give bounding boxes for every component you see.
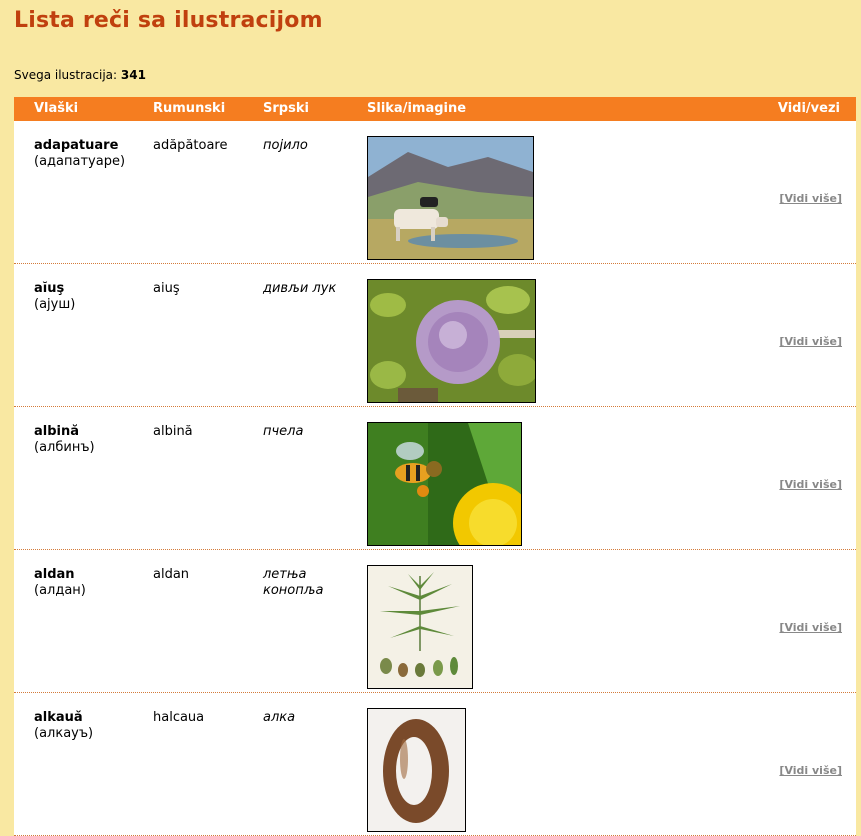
header-rumunski: Rumunski [153, 101, 226, 116]
vlaski-cyrillic: (адапатуаре) [34, 154, 126, 169]
total-value: 341 [120, 68, 146, 82]
vlaski-word: aĭuş (ајуш) [34, 281, 75, 313]
header-vidi: Vidi/vezi [777, 101, 840, 116]
cow-grazing-mountain-image[interactable] [367, 136, 534, 260]
see-more-link[interactable]: [Vidi više] [779, 192, 842, 205]
vlaski-latin: aldan [34, 567, 75, 582]
vlaski-word: aldan (алдан) [34, 567, 86, 599]
vlaski-word: albină (албинъ) [34, 424, 95, 456]
total-label: Svega ilustracija: [14, 68, 118, 82]
header-vlaski: Vlaški [34, 101, 79, 116]
vlaski-word: adapatuare (адапатуаре) [34, 138, 125, 170]
table-row: aĭuş (ајуш) aiuş дивљи лук [Vidi više] [14, 264, 856, 407]
word-list-table: Vlaški Rumunski Srpski Slika/imagine Vid… [14, 97, 856, 836]
see-more-link[interactable]: [Vidi više] [779, 621, 842, 634]
vlaski-latin: albină [34, 424, 80, 439]
table-row: albină (албинъ) albină пчела [Vidi više] [14, 407, 856, 550]
table-row: adapatuare (адапатуаре) adăpătoare појило… [14, 121, 856, 264]
vlaski-cyrillic: (албинъ) [34, 440, 95, 455]
vlaski-latin: aĭuş [34, 281, 65, 296]
rumunski-word: aldan [153, 567, 190, 582]
wooden-ring-image[interactable] [367, 708, 466, 832]
rumunski-word: albină [153, 424, 193, 439]
rumunski-word: adăpătoare [153, 138, 228, 153]
table-row: aldan(алдан) aldan летња конопља [Vidi [14, 550, 856, 693]
srpski-word: алка [263, 710, 296, 725]
srpski-word: дивљи лук [263, 281, 337, 296]
srpski-word: појило [263, 138, 308, 153]
srpski-word: пчела [263, 424, 304, 439]
vlaski-latin: alkauă [34, 710, 83, 725]
bee-on-dandelion-image[interactable] [367, 422, 522, 546]
table-row: alkauă (алкауъ) halcaua алка [Vidi više] [14, 693, 856, 836]
vlaski-cyrillic: (алкауъ) [34, 726, 94, 741]
rumunski-word: aiuş [153, 281, 180, 296]
header-srpski: Srpski [263, 101, 309, 116]
vlaski-cyrillic: (алдан) [34, 583, 86, 598]
see-more-link[interactable]: [Vidi više] [779, 478, 842, 491]
hemp-botanical-illustration-image[interactable] [367, 565, 473, 689]
srpski-word: летња конопља [263, 567, 324, 598]
rumunski-word: halcaua [153, 710, 205, 725]
vlaski-cyrillic: (ајуш) [34, 297, 76, 312]
illustration-count: Svega ilustracija: 341 [14, 68, 146, 82]
wild-onion-flower-image[interactable] [367, 279, 536, 403]
vlaski-latin: adapatuare [34, 138, 119, 153]
vlaski-word: alkauă (алкауъ) [34, 710, 93, 742]
see-more-link[interactable]: [Vidi više] [779, 335, 842, 348]
table-header: Vlaški Rumunski Srpski Slika/imagine Vid… [14, 97, 856, 121]
page-title: Lista reči sa ilustracijom [14, 8, 323, 33]
header-slika: Slika/imagine [367, 101, 467, 116]
see-more-link[interactable]: [Vidi više] [779, 764, 842, 777]
